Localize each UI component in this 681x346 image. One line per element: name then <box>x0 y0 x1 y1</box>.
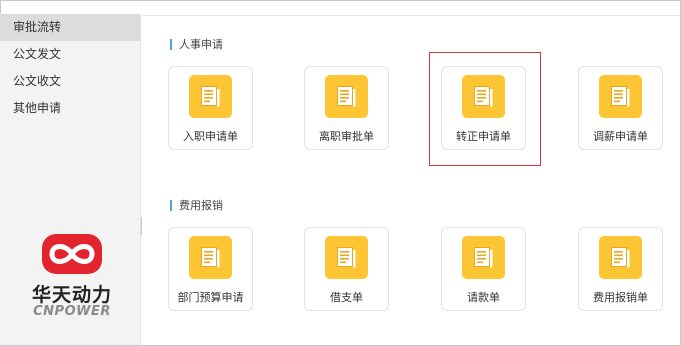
card-advance-form[interactable]: 借支单 <box>304 227 389 311</box>
main-content: 人事申请 入职申请单 离职审批单 转正申请单 调薪申请单 费用报销 部门预算申请 <box>142 14 679 345</box>
card-label: 借支单 <box>330 291 363 304</box>
document-icon <box>599 236 642 279</box>
card-dept-budget-request[interactable]: 部门预算申请 <box>168 227 253 311</box>
sidebar-item-outgoing-docs[interactable]: 公文发文 <box>0 41 140 68</box>
card-label: 调薪申请单 <box>593 130 648 143</box>
sidebar-item-approval-flow[interactable]: 审批流转 <box>0 14 140 41</box>
content-top-divider <box>142 15 679 16</box>
company-logo: 华天动力 CNPOWER <box>22 232 122 324</box>
card-resignation-form[interactable]: 离职审批单 <box>304 66 389 150</box>
document-icon <box>325 75 368 118</box>
document-icon <box>189 236 232 279</box>
section-title-expenses: 费用报销 <box>170 199 223 212</box>
card-payment-request[interactable]: 请款单 <box>441 227 526 311</box>
sidebar-item-incoming-docs[interactable]: 公文收文 <box>0 68 140 95</box>
document-icon <box>462 236 505 279</box>
document-icon <box>325 236 368 279</box>
card-label: 入职申请单 <box>183 130 238 143</box>
card-label: 费用报销单 <box>593 291 648 304</box>
logo-name: 华天动力 <box>31 284 112 306</box>
logo-subtitle: CNPOWER <box>33 304 111 319</box>
card-label: 请款单 <box>467 291 500 304</box>
sidebar-item-other-requests[interactable]: 其他申请 <box>0 95 140 122</box>
card-salary-adjust-form[interactable]: 调薪申请单 <box>578 66 663 150</box>
card-label: 离职审批单 <box>319 130 374 143</box>
section-title-hr: 人事申请 <box>170 38 223 51</box>
logo-mark-icon <box>42 234 102 274</box>
card-label: 部门预算申请 <box>177 291 244 304</box>
card-onboarding-form[interactable]: 入职申请单 <box>168 66 253 150</box>
document-icon <box>189 75 232 118</box>
card-expense-claim[interactable]: 费用报销单 <box>578 227 663 311</box>
document-icon <box>599 75 642 118</box>
selection-highlight-box <box>429 52 541 166</box>
sidebar: 审批流转 公文发文 公文收文 其他申请 华天动力 CNPOWER <box>0 14 141 345</box>
